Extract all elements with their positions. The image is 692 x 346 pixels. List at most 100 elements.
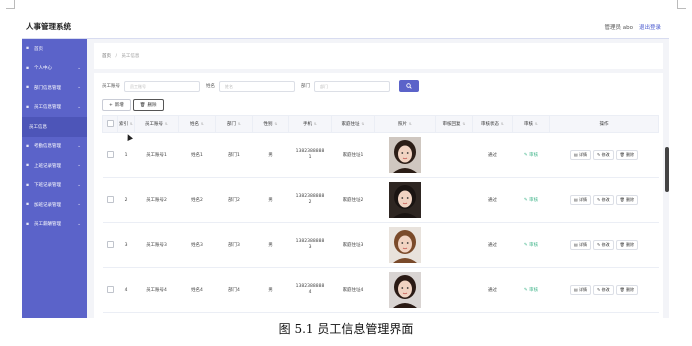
column-header-label: 家庭住址 — [341, 122, 360, 127]
chevron-down-icon: ⌄ — [77, 163, 81, 168]
sidebar-item[interactable]: ▪ 考勤信息管理 ⌄ — [22, 137, 87, 157]
search-button[interactable] — [399, 80, 419, 92]
grid-icon: ▪ — [26, 221, 30, 227]
row-select-cell — [102, 177, 118, 223]
employee-name: 姓名2 — [178, 177, 216, 223]
employee-name: 姓名3 — [178, 222, 216, 268]
column-header[interactable]: 手机 ⇅ — [288, 115, 332, 133]
employee-account: 员工账号1 — [134, 132, 179, 178]
row-checkbox[interactable] — [106, 285, 114, 293]
column-header[interactable]: 家庭住址 ⇅ — [331, 115, 375, 133]
column-header[interactable]: 索引 ⇅ — [117, 115, 135, 133]
grid-icon: ▪ — [26, 182, 30, 188]
column-header[interactable]: 性别 ⇅ — [252, 115, 289, 133]
edit-button[interactable]: ✎ 修改 — [593, 285, 614, 295]
breadcrumb-separator: / — [115, 54, 117, 59]
sort-icon[interactable]: ⇅ — [165, 122, 168, 126]
sidebar-item-label: 上班记录管理 — [34, 163, 61, 169]
employee-gender: 男 — [252, 267, 289, 313]
delete-button[interactable]: 🗑 删除 — [615, 285, 639, 295]
edit-button-label: 修改 — [601, 287, 610, 292]
column-header[interactable]: 员工账号 ⇅ — [134, 115, 179, 133]
sort-icon[interactable]: ⇅ — [463, 122, 466, 126]
sort-icon[interactable]: ⇅ — [535, 122, 538, 126]
audit-link[interactable]: ✎ 审核 — [524, 288, 538, 293]
grid-icon: ▪ — [26, 202, 30, 208]
edit-button[interactable]: ✎ 修改 — [593, 195, 614, 205]
audit-link[interactable]: ✎ 审核 — [524, 198, 538, 203]
delete-button[interactable]: 🗑 删除 — [615, 240, 639, 250]
column-header[interactable]: 照片 ⇅ — [374, 115, 436, 133]
sort-icon[interactable]: ⇅ — [238, 122, 241, 126]
audit-status: 通过 — [472, 177, 513, 223]
sidebar-item[interactable]: ▪ 个人中心 ⌄ — [22, 59, 87, 79]
row-checkbox[interactable] — [106, 150, 114, 158]
add-button[interactable]: + 新增 — [102, 99, 131, 111]
detail-button[interactable]: ▤ 详情 — [569, 150, 592, 160]
sidebar-item[interactable]: ▪ 下班记录管理 ⌄ — [22, 176, 87, 196]
main-content: 首页 / 员工信息 员工账号 员工账号 姓名 姓名 部门 部门 + 新增 🗑 删… — [88, 39, 669, 318]
sort-icon[interactable]: ⇅ — [314, 122, 317, 126]
dept-search-input[interactable]: 部门 — [314, 80, 390, 92]
select-all-checkbox[interactable] — [106, 119, 114, 127]
grid-icon: ▪ — [26, 104, 30, 110]
column-header[interactable]: 审核 ⇅ — [512, 115, 550, 133]
detail-button[interactable]: ▤ 详情 — [569, 195, 592, 205]
delete-button-label: 删除 — [626, 287, 635, 292]
sidebar-item[interactable]: ▪ 首页 — [22, 39, 87, 59]
logout-link[interactable]: 退出登录 — [639, 23, 661, 31]
sidebar-item[interactable]: ▪ 加班记录管理 ⌄ — [22, 195, 87, 215]
top-user-area: 管理员 abo 退出登录 — [605, 23, 662, 31]
column-header[interactable]: 操作 — [549, 115, 659, 133]
employee-account: 员工账号4 — [134, 267, 179, 313]
column-header-label: 手机 — [303, 122, 313, 127]
audit-link[interactable]: ✎ 审核 — [524, 243, 538, 248]
breadcrumb-home[interactable]: 首页 — [102, 54, 111, 59]
delete-button-label: 删除 — [626, 197, 635, 202]
home-icon: ▪ — [26, 46, 30, 52]
sidebar-item[interactable]: ▪ 部门信息管理 ⌄ — [22, 78, 87, 98]
audit-link[interactable]: ✎ 审核 — [524, 153, 538, 158]
sort-icon[interactable]: ⇅ — [362, 122, 365, 126]
detail-button[interactable]: ▤ 详情 — [569, 285, 592, 295]
name-search-input[interactable]: 姓名 — [219, 80, 295, 92]
chevron-down-icon: ⌄ — [77, 221, 81, 227]
sidebar-item[interactable]: 员工信息 — [22, 117, 87, 137]
sort-icon[interactable]: ⇅ — [275, 122, 278, 126]
sidebar-item[interactable]: ▪ 上班记录管理 ⌄ — [22, 156, 87, 176]
employee-phone-cell: 13823888881 — [288, 132, 332, 178]
batch-delete-button[interactable]: 🗑 删除 — [132, 99, 164, 111]
row-actions: ▤ 详情 ✎ 修改 🗑 删除 — [549, 222, 659, 268]
row-actions: ▤ 详情 ✎ 修改 🗑 删除 — [549, 177, 659, 223]
sidebar-item[interactable]: ▪ 员工信息管理 ⌄ — [22, 98, 87, 118]
photo-cell — [374, 132, 436, 178]
column-header[interactable]: 部门 ⇅ — [215, 115, 253, 133]
sort-icon[interactable]: ⇅ — [130, 122, 133, 126]
sort-icon[interactable]: ⇅ — [409, 122, 412, 126]
current-user[interactable]: 管理员 abo — [605, 23, 633, 31]
row-checkbox[interactable] — [106, 195, 114, 203]
edit-button[interactable]: ✎ 修改 — [593, 150, 614, 160]
employee-phone: 13823888883 — [295, 239, 325, 250]
row-checkbox[interactable] — [106, 240, 114, 248]
employee-dept: 部门3 — [215, 222, 253, 268]
delete-button[interactable]: 🗑 删除 — [615, 150, 639, 160]
scrollbar-thumb[interactable] — [665, 147, 669, 192]
audit-reply — [435, 177, 473, 223]
delete-button[interactable]: 🗑 删除 — [615, 195, 639, 205]
edit-button[interactable]: ✎ 修改 — [593, 240, 614, 250]
employee-address: 家庭住址4 — [331, 267, 375, 313]
sort-icon[interactable]: ⇅ — [501, 122, 504, 126]
row-actions: ▤ 详情 ✎ 修改 🗑 删除 — [549, 267, 659, 313]
detail-button[interactable]: ▤ 详情 — [569, 240, 592, 250]
account-search-input[interactable]: 员工账号 — [124, 80, 200, 92]
employee-phone: 13823888882 — [295, 194, 325, 205]
employee-account: 员工账号3 — [134, 222, 179, 268]
column-header[interactable]: 姓名 ⇅ — [178, 115, 216, 133]
sort-icon[interactable]: ⇅ — [201, 122, 204, 126]
sidebar-item[interactable]: ▪ 员工薪酬管理 ⌄ — [22, 215, 87, 235]
search-label-name: 姓名 — [206, 84, 215, 89]
column-header[interactable]: 审核状态 ⇅ — [472, 115, 513, 133]
row-select-cell — [102, 267, 118, 313]
column-header[interactable]: 审核回复 ⇅ — [435, 115, 473, 133]
